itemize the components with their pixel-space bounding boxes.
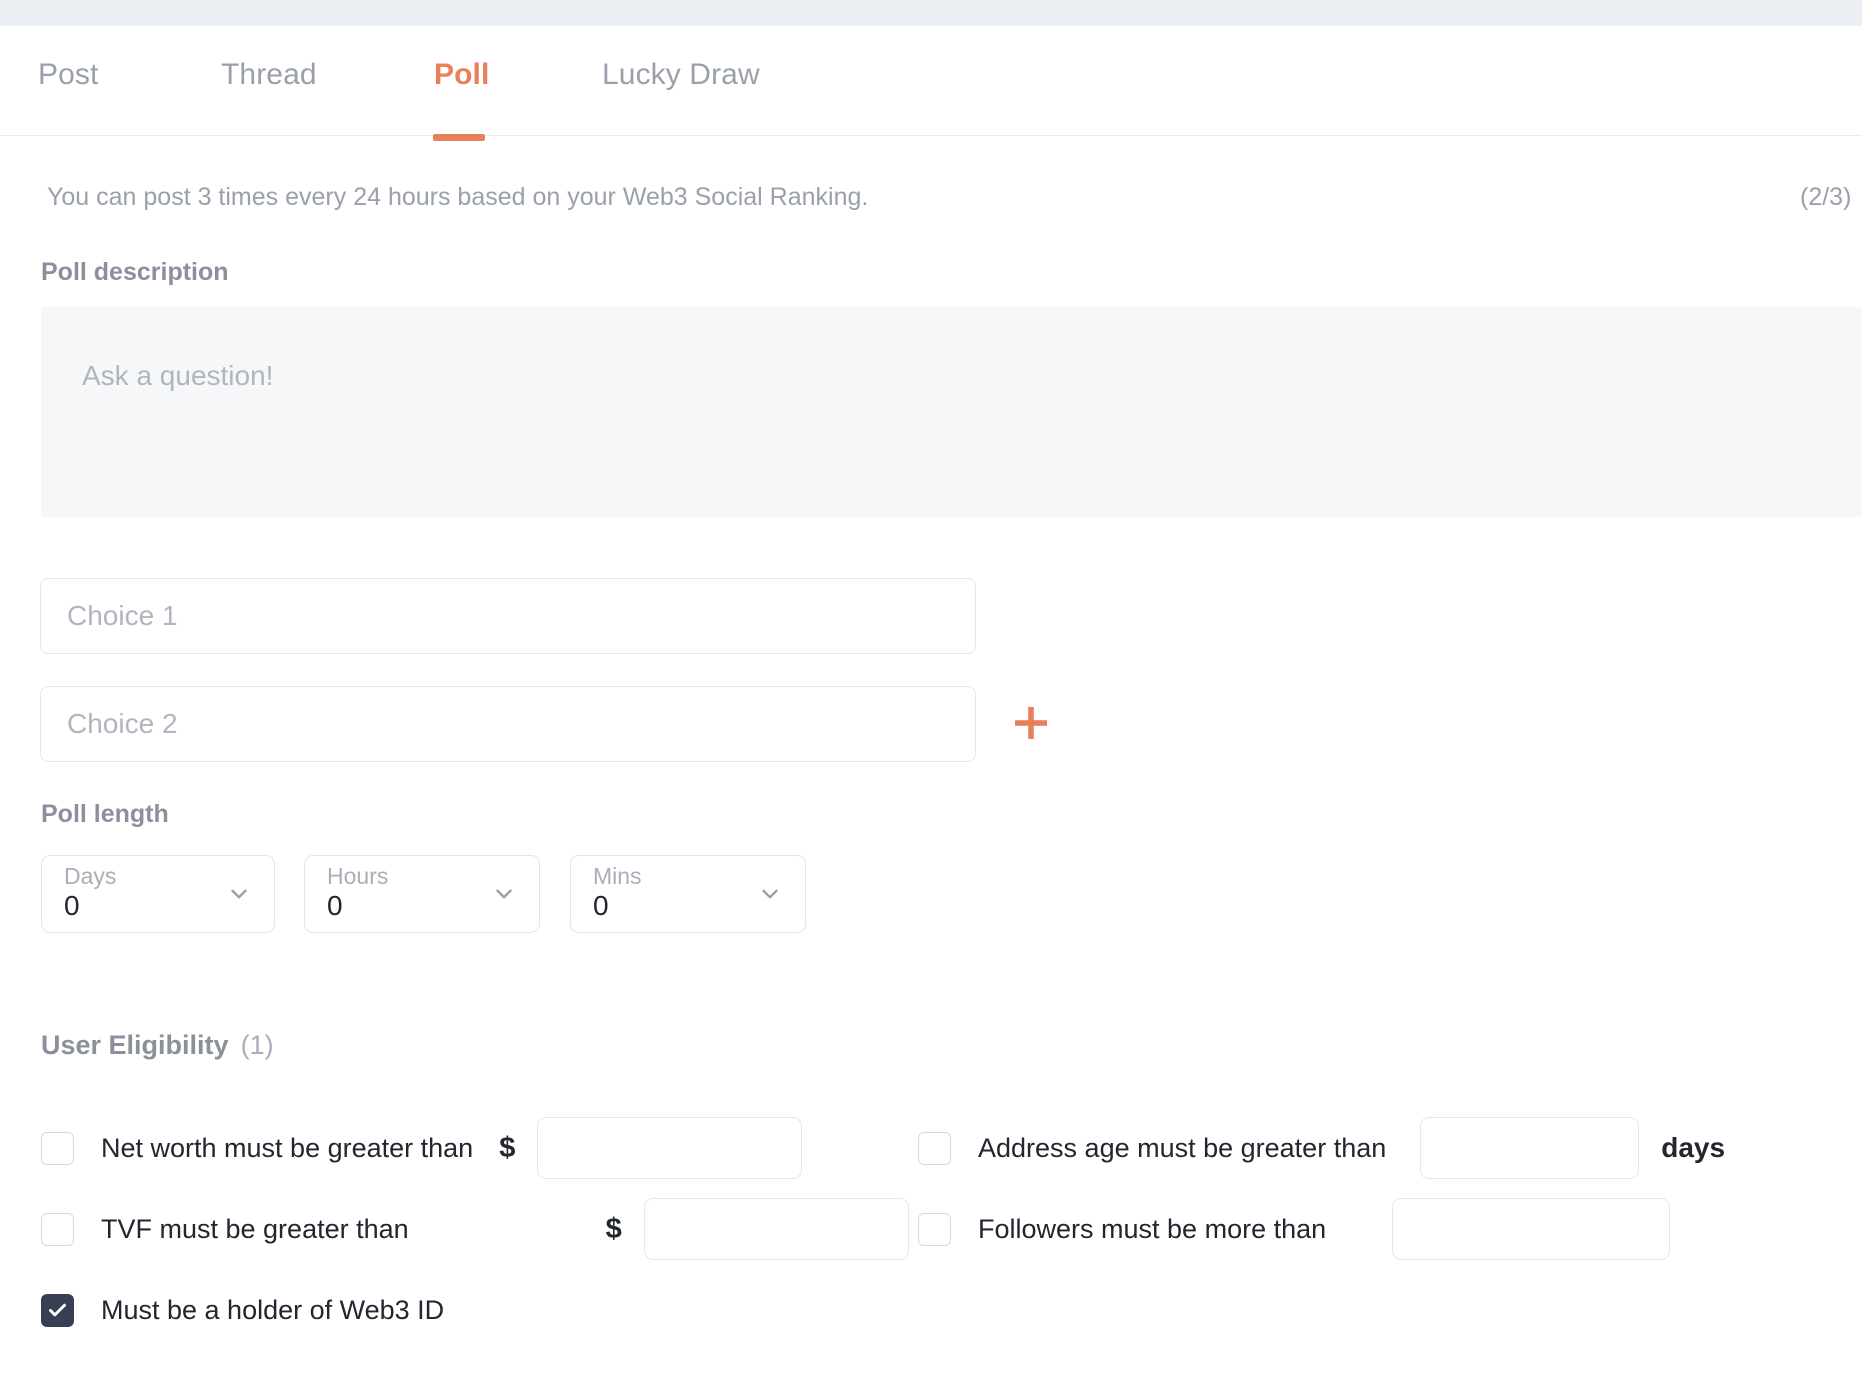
chevron-down-icon (757, 881, 783, 907)
poll-length-days-select[interactable]: Days 0 (41, 855, 275, 933)
checkbox-tvf[interactable] (41, 1213, 74, 1246)
poll-length-mins-label: Mins (593, 863, 642, 890)
checkbox-net-worth[interactable] (41, 1132, 74, 1165)
eligibility-label-net-worth: Net worth must be greater than (101, 1133, 473, 1164)
add-choice-button[interactable] (1002, 694, 1060, 752)
chevron-down-icon (491, 881, 517, 907)
active-tab-indicator (433, 134, 485, 141)
user-eligibility-count: (1) (241, 1030, 274, 1060)
checkbox-followers[interactable] (918, 1213, 951, 1246)
poll-length-days-label: Days (64, 863, 116, 890)
tab-thread[interactable]: Thread (221, 58, 317, 92)
eligibility-rule-web3-id: Must be a holder of Web3 ID (41, 1272, 444, 1348)
checkbox-web3-id[interactable] (41, 1294, 74, 1327)
poll-length-mins-value: 0 (593, 892, 609, 920)
poll-length-mins-select[interactable]: Mins 0 (570, 855, 806, 933)
currency-prefix-tvf: $ (606, 1213, 622, 1246)
plus-icon (1011, 703, 1051, 743)
eligibility-label-web3-id: Must be a holder of Web3 ID (101, 1295, 444, 1326)
input-followers[interactable] (1392, 1198, 1670, 1260)
unit-suffix-days: days (1661, 1132, 1725, 1164)
eligibility-rule-address-age: Address age must be greater than days (918, 1110, 1725, 1186)
poll-length-hours-value: 0 (327, 892, 343, 920)
eligibility-rule-followers: Followers must be more than (918, 1191, 1670, 1267)
eligibility-label-followers: Followers must be more than (978, 1214, 1326, 1245)
poll-length-hours-select[interactable]: Hours 0 (304, 855, 540, 933)
currency-prefix-net-worth: $ (499, 1132, 515, 1165)
top-strip (0, 0, 1862, 26)
choice-1-input[interactable] (40, 578, 976, 654)
user-eligibility-title: User Eligibility (41, 1030, 229, 1060)
poll-length-days-value: 0 (64, 892, 80, 920)
input-net-worth[interactable] (537, 1117, 802, 1179)
input-tvf[interactable] (644, 1198, 909, 1260)
choice-2-input[interactable] (40, 686, 976, 762)
checkbox-address-age[interactable] (918, 1132, 951, 1165)
posting-limit-text: You can post 3 times every 24 hours base… (47, 183, 868, 212)
poll-description-input[interactable] (41, 307, 1862, 517)
poll-length-label: Poll length (41, 800, 169, 829)
eligibility-label-address-age: Address age must be greater than (978, 1133, 1386, 1164)
input-address-age[interactable] (1420, 1117, 1639, 1179)
eligibility-rule-tvf: TVF must be greater than $ (41, 1191, 909, 1267)
tab-poll[interactable]: Poll (434, 58, 489, 92)
eligibility-label-tvf: TVF must be greater than (101, 1214, 409, 1245)
tab-lucky-draw[interactable]: Lucky Draw (602, 58, 760, 92)
chevron-down-icon (226, 881, 252, 907)
tab-bar: Post Thread Poll Lucky Draw (0, 26, 1862, 136)
tab-post[interactable]: Post (38, 58, 98, 92)
info-row: You can post 3 times every 24 hours base… (0, 183, 1862, 223)
eligibility-rule-net-worth: Net worth must be greater than $ (41, 1110, 802, 1186)
post-counter: (2/3) (1800, 183, 1851, 212)
poll-length-hours-label: Hours (327, 863, 388, 890)
poll-description-label: Poll description (41, 258, 229, 287)
user-eligibility-label: User Eligibility (1) (41, 1030, 274, 1061)
